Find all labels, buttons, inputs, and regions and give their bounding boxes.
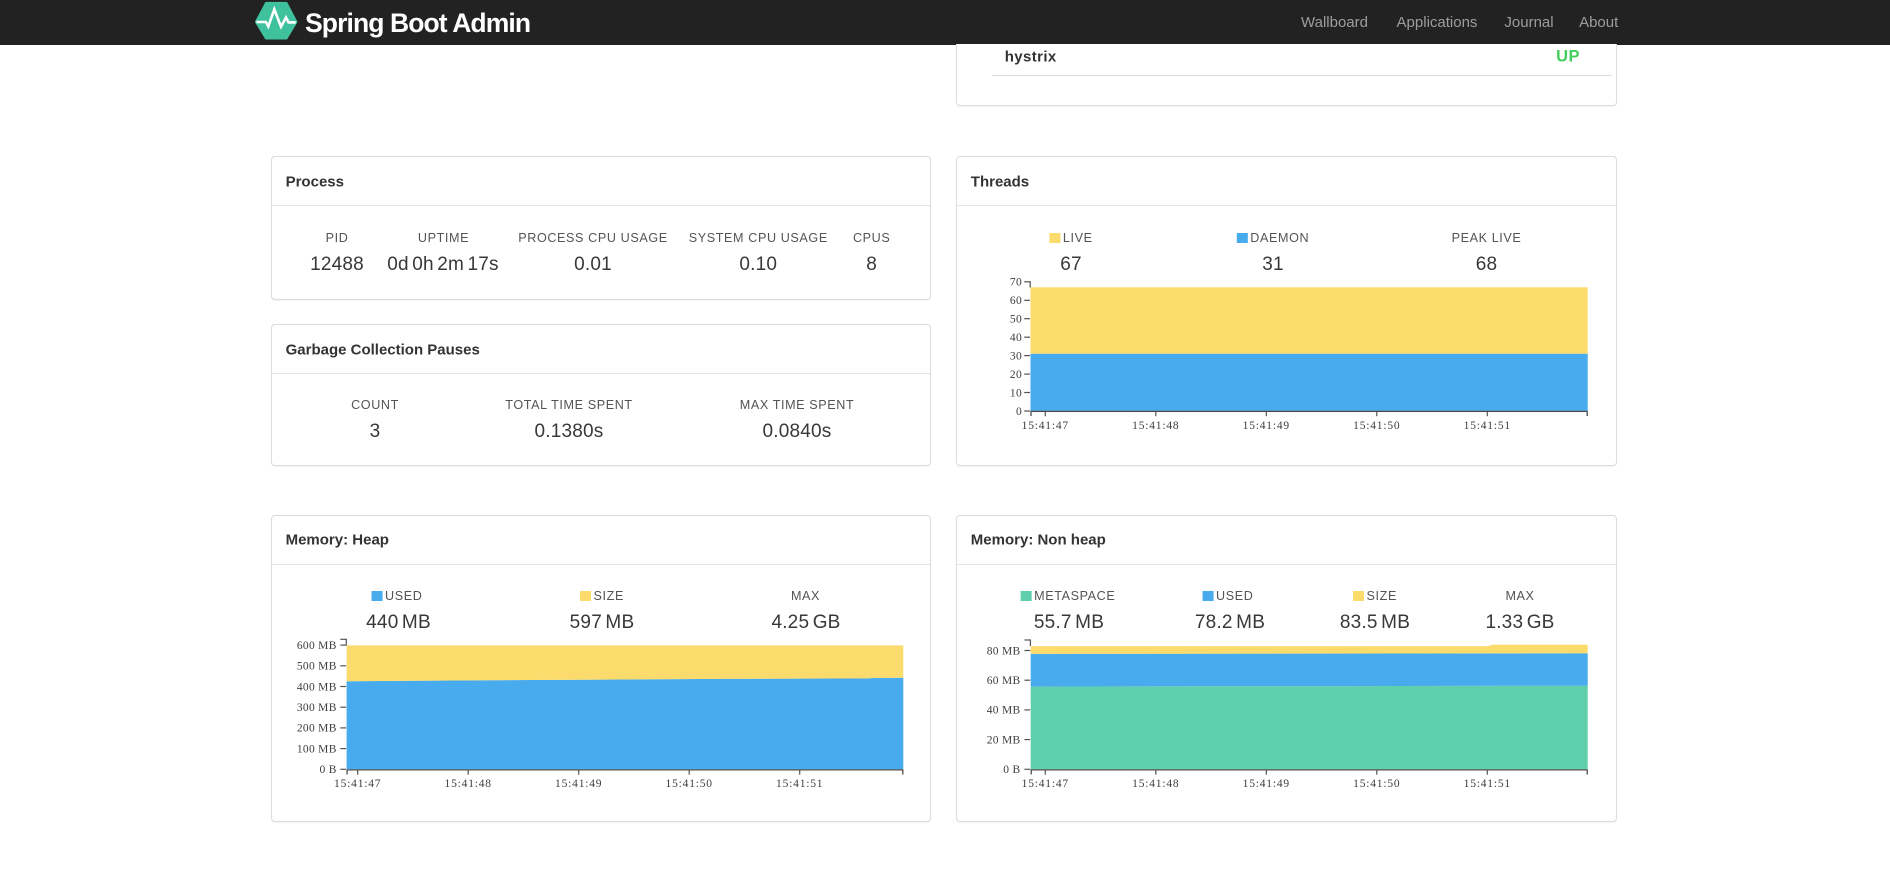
svg-text:30: 30 — [1010, 350, 1022, 362]
svg-text:15:41:47: 15:41:47 — [1022, 778, 1069, 790]
svg-text:20: 20 — [1010, 369, 1022, 381]
svg-text:40: 40 — [1010, 332, 1022, 344]
svg-text:0 B: 0 B — [319, 764, 336, 776]
svg-text:15:41:47: 15:41:47 — [1022, 420, 1069, 432]
svg-text:15:41:50: 15:41:50 — [666, 778, 713, 790]
svg-text:70: 70 — [1010, 277, 1022, 289]
svg-text:40 MB: 40 MB — [987, 705, 1021, 717]
svg-text:50: 50 — [1010, 314, 1022, 326]
svg-text:300 MB: 300 MB — [297, 702, 337, 714]
svg-text:15:41:49: 15:41:49 — [1243, 778, 1290, 790]
svg-text:15:41:47: 15:41:47 — [334, 778, 381, 790]
svg-text:15:41:51: 15:41:51 — [1464, 420, 1511, 432]
svg-text:500 MB: 500 MB — [297, 661, 337, 673]
svg-text:15:41:51: 15:41:51 — [1464, 778, 1511, 790]
svg-text:400 MB: 400 MB — [297, 681, 337, 693]
svg-text:15:41:51: 15:41:51 — [776, 778, 823, 790]
svg-text:15:41:48: 15:41:48 — [1132, 420, 1179, 432]
svg-text:15:41:50: 15:41:50 — [1353, 420, 1400, 432]
svg-text:200 MB: 200 MB — [297, 723, 337, 735]
svg-text:100 MB: 100 MB — [297, 743, 337, 755]
svg-text:15:41:48: 15:41:48 — [1132, 778, 1179, 790]
svg-text:0 B: 0 B — [1003, 764, 1020, 776]
svg-text:600 MB: 600 MB — [297, 640, 337, 652]
svg-text:10: 10 — [1010, 387, 1022, 399]
svg-text:20 MB: 20 MB — [987, 734, 1021, 746]
svg-text:15:41:48: 15:41:48 — [445, 778, 492, 790]
svg-text:0: 0 — [1016, 406, 1022, 418]
svg-text:60: 60 — [1010, 295, 1022, 307]
svg-text:15:41:50: 15:41:50 — [1353, 778, 1400, 790]
svg-text:60 MB: 60 MB — [987, 675, 1021, 687]
svg-text:15:41:49: 15:41:49 — [555, 778, 602, 790]
svg-text:80 MB: 80 MB — [987, 645, 1021, 657]
svg-text:15:41:49: 15:41:49 — [1243, 420, 1290, 432]
